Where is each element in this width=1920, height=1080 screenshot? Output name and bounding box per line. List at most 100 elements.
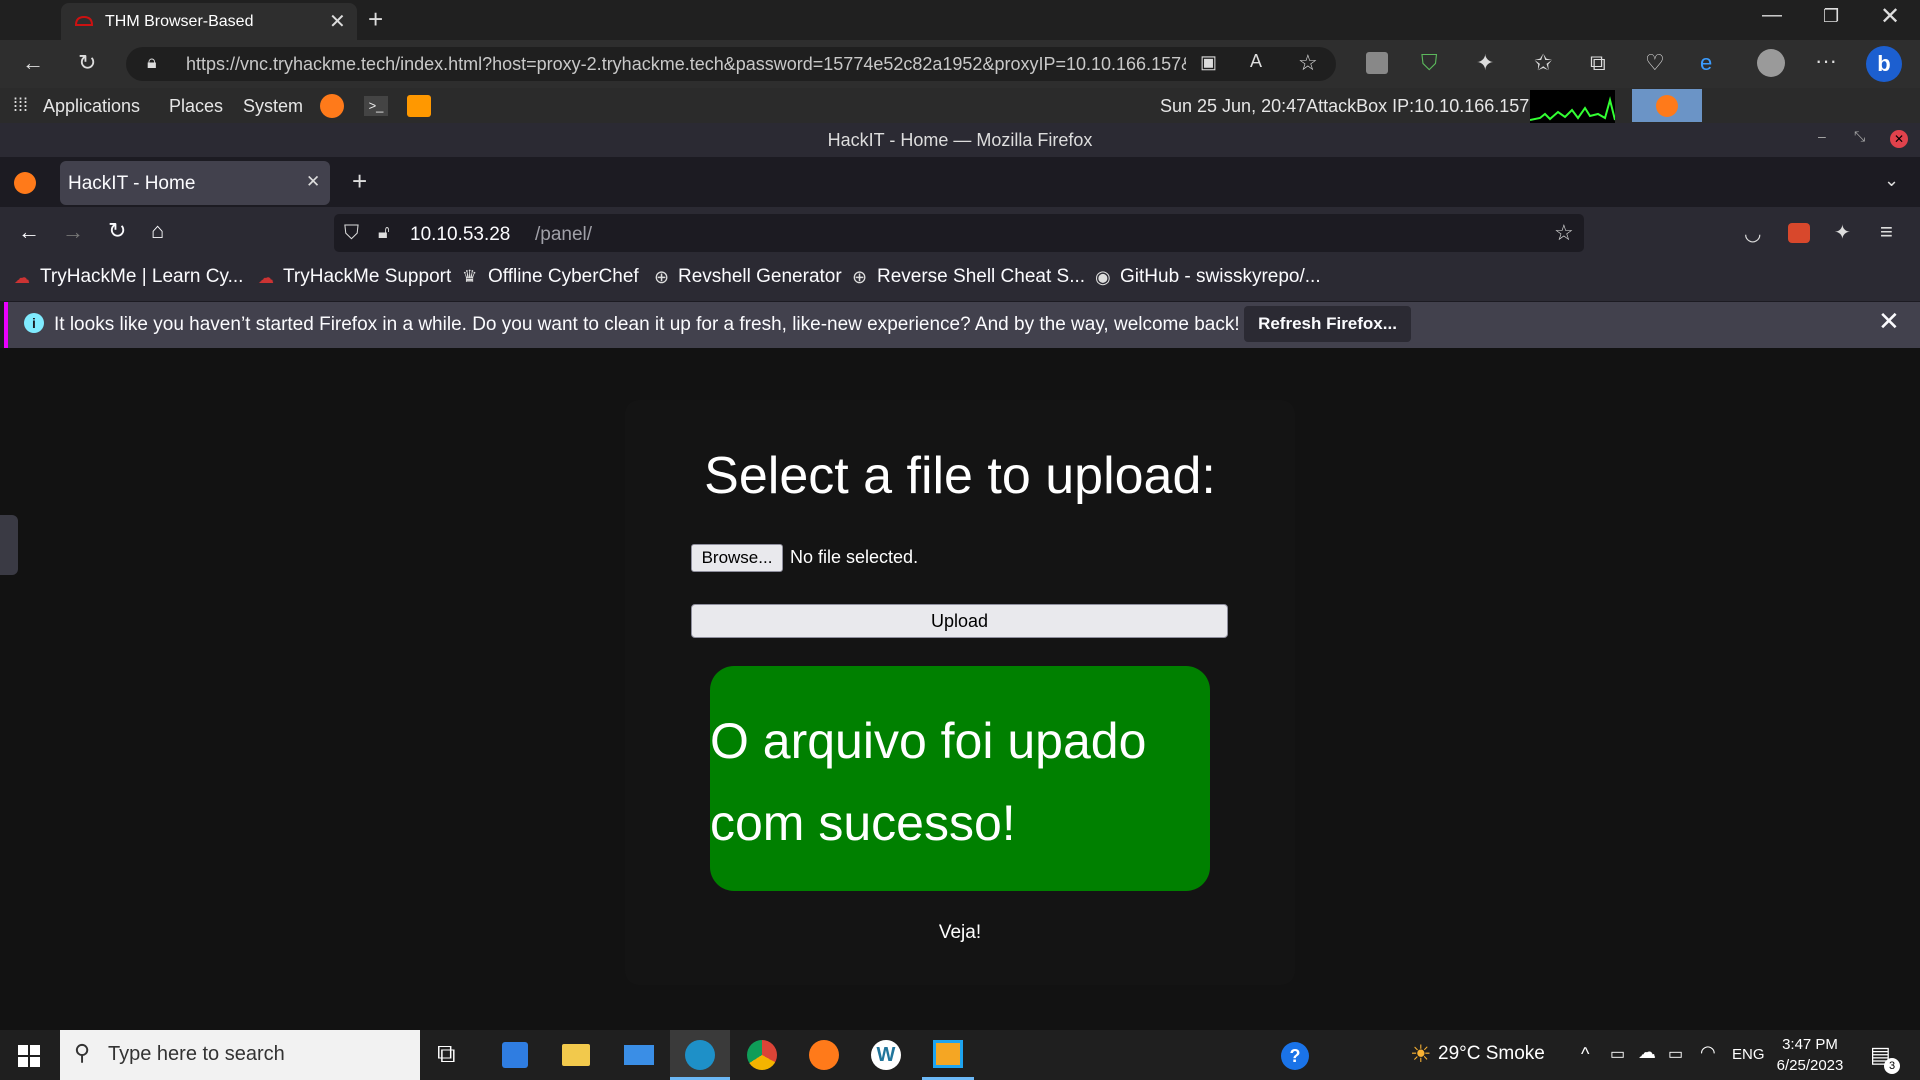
bookmark-star-icon[interactable]: ☆: [1554, 220, 1574, 246]
ff-forward-icon[interactable]: →: [62, 219, 84, 245]
bookmark-tryhackme[interactable]: TryHackMe | Learn Cy...: [40, 266, 243, 288]
battery-icon[interactable]: ▭: [1668, 1044, 1683, 1064]
ff-reload-icon[interactable]: ↻: [108, 218, 126, 244]
edge-tab-title: THM Browser-Based: [105, 13, 254, 30]
chef-hat-icon: ♛: [462, 267, 478, 286]
favorites-icon[interactable]: ✩: [1534, 50, 1552, 76]
sublime-launcher-icon[interactable]: [407, 95, 431, 117]
clock-date: 6/25/2023: [1776, 1057, 1844, 1074]
globe-icon: ⊕: [852, 267, 868, 287]
shield-extension-icon[interactable]: ⛉: [1421, 50, 1438, 76]
extensions-puzzle-icon[interactable]: ✦: [1476, 50, 1494, 76]
extension-fox-icon[interactable]: [1788, 223, 1810, 243]
firefox-icon: [1656, 95, 1678, 117]
insecure-lock-icon[interactable]: 🔓︎: [378, 222, 390, 243]
browse-button[interactable]: Browse...: [691, 544, 783, 572]
back-icon[interactable]: ←: [22, 50, 44, 76]
wifi-icon[interactable]: ◠: [1700, 1042, 1716, 1063]
task-view-icon[interactable]: ⧉: [437, 1038, 456, 1070]
firefox-taskbar-icon[interactable]: [809, 1040, 839, 1070]
terminal-launcher-icon[interactable]: >_: [364, 96, 388, 116]
restore-icon[interactable]: ❐: [1823, 6, 1839, 27]
apps-grid-icon[interactable]: ⁞⁞⁞: [13, 95, 28, 116]
firefox-launcher-icon[interactable]: [320, 94, 344, 118]
notification-close-icon[interactable]: ✕: [1878, 306, 1900, 337]
search-icon: ⚲: [74, 1040, 91, 1065]
ff-restore-icon[interactable]: ⤡: [1854, 128, 1865, 145]
remote-desktop-icon: [933, 1040, 963, 1068]
edge-icon: [685, 1040, 715, 1070]
help-icon[interactable]: ?: [1281, 1042, 1309, 1070]
firefox-view-icon[interactable]: [14, 172, 36, 194]
vnc-sidebar-handle[interactable]: [0, 515, 18, 575]
thm-support-icon: ☁: [258, 270, 274, 287]
system-monitor-graph: [1530, 90, 1615, 123]
success-message: O arquivo foi upado com sucesso!: [710, 713, 1147, 851]
new-tab-icon[interactable]: +: [368, 4, 383, 35]
firefox-address-bar[interactable]: [334, 214, 1584, 252]
ff-home-icon[interactable]: ⌂: [151, 218, 164, 244]
clipboard-icon[interactable]: ▣: [1200, 52, 1217, 73]
hamburger-menu-icon[interactable]: ≡: [1880, 219, 1893, 245]
globe-icon: ⊕: [654, 267, 670, 287]
bookmark-reverse-shell[interactable]: Reverse Shell Cheat S...: [877, 266, 1085, 288]
system-menu[interactable]: System: [243, 96, 303, 117]
lock-icon: 🔒︎: [147, 52, 157, 72]
show-hidden-icons-icon[interactable]: ^: [1581, 1044, 1589, 1065]
profile-avatar[interactable]: [1757, 49, 1785, 77]
chrome-icon[interactable]: [747, 1040, 777, 1070]
remote-desktop-taskbar-button[interactable]: [922, 1030, 974, 1080]
calendar-app-icon[interactable]: [502, 1042, 528, 1068]
upload-button[interactable]: Upload: [691, 604, 1228, 638]
thm-logo-icon: [74, 15, 94, 26]
read-aloud-icon[interactable]: A: [1250, 51, 1262, 72]
bing-icon[interactable]: b: [1866, 46, 1902, 82]
meet-icon[interactable]: ▭: [1610, 1044, 1625, 1064]
close-icon[interactable]: ✕: [329, 9, 346, 34]
bookmark-github[interactable]: GitHub - swisskyrepo/...: [1120, 266, 1321, 288]
refresh-icon[interactable]: ↻: [78, 50, 96, 76]
taskbar-clock[interactable]: 3:47 PM 6/25/2023: [1760, 1034, 1860, 1076]
refresh-firefox-button[interactable]: Refresh Firefox...: [1244, 306, 1411, 342]
tracking-shield-icon[interactable]: ⛉: [344, 222, 359, 245]
more-menu-icon[interactable]: ···: [1815, 48, 1837, 74]
tab-close-icon[interactable]: ✕: [306, 172, 320, 192]
places-menu[interactable]: Places: [169, 96, 223, 117]
edge-tab[interactable]: THM Browser-Based ✕: [61, 3, 357, 40]
list-tabs-icon[interactable]: ⌄: [1884, 170, 1899, 191]
weather-sun-icon[interactable]: ☀: [1410, 1040, 1432, 1069]
minimize-icon[interactable]: —: [1762, 4, 1782, 27]
performance-icon[interactable]: ♡: [1645, 50, 1665, 76]
edge-taskbar-button[interactable]: [670, 1030, 730, 1080]
edge-bar-icon[interactable]: e: [1700, 50, 1712, 76]
ff-back-icon[interactable]: ←: [18, 219, 40, 245]
url-host[interactable]: 10.10.53.28: [410, 224, 510, 246]
onedrive-icon[interactable]: ☁: [1638, 1042, 1656, 1063]
edge-url[interactable]: https://vnc.tryhackme.tech/index.html?ho…: [186, 54, 1186, 75]
applications-menu[interactable]: Applications: [43, 96, 140, 117]
extension-icon[interactable]: [1366, 52, 1388, 74]
window-close-icon[interactable]: ✕: [1880, 2, 1900, 31]
collections-icon[interactable]: ⧉: [1590, 50, 1606, 76]
info-icon: i: [24, 313, 44, 333]
taskbar-firefox-window[interactable]: [1632, 89, 1702, 122]
gnome-clock: Sun 25 Jun, 20:47AttackBox IP:10.10.166.…: [1160, 96, 1530, 116]
ff-close-icon[interactable]: ✕: [1890, 130, 1908, 148]
bookmark-thm-support[interactable]: TryHackMe Support: [283, 266, 451, 288]
firefox-window-title: HackIT - Home — Mozilla Firefox: [0, 123, 1920, 157]
favorite-star-icon[interactable]: ☆: [1298, 50, 1318, 76]
file-explorer-icon[interactable]: [562, 1044, 590, 1066]
veja-link[interactable]: Veja!: [625, 922, 1295, 944]
url-path[interactable]: /panel/: [535, 224, 592, 246]
bookmark-cyberchef[interactable]: Offline CyberChef: [488, 266, 639, 288]
mail-icon[interactable]: [624, 1045, 654, 1065]
wordpress-icon[interactable]: W: [871, 1040, 901, 1070]
ff-minimize-icon[interactable]: –: [1818, 128, 1826, 144]
ff-new-tab-icon[interactable]: +: [352, 166, 367, 197]
windows-start-icon[interactable]: [18, 1045, 40, 1067]
ff-extensions-icon[interactable]: ✦: [1834, 220, 1851, 245]
pocket-icon[interactable]: ◡: [1744, 221, 1761, 246]
page-title: Select a file to upload:: [704, 447, 1216, 505]
weather-text[interactable]: 29°C Smoke: [1438, 1043, 1545, 1065]
bookmark-revshell[interactable]: Revshell Generator: [678, 266, 842, 288]
